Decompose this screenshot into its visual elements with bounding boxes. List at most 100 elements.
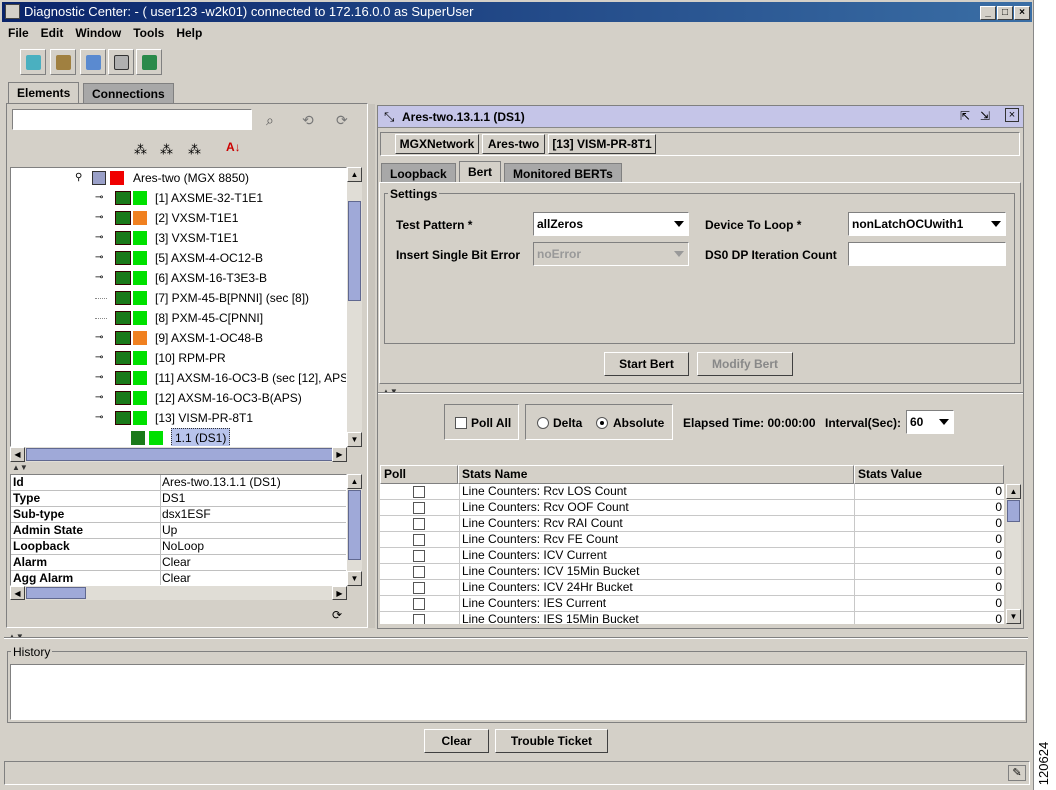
sort-az-icon[interactable]: A↓: [226, 140, 241, 154]
tree-vscrollbar[interactable]: ▲ ▼: [347, 167, 362, 447]
property-row[interactable]: Type DS1: [11, 491, 346, 507]
poll-checkbox[interactable]: [413, 486, 425, 498]
column-poll[interactable]: Poll: [380, 465, 458, 484]
find-next-icon[interactable]: ⟲: [302, 112, 314, 129]
table-row[interactable]: Line Counters: Rcv RAI Count 0: [380, 516, 1004, 532]
modify-bert-button[interactable]: Modify Bert: [697, 352, 793, 376]
property-row[interactable]: Alarm Clear: [11, 555, 346, 571]
history-splitter[interactable]: [4, 637, 1028, 639]
minimize-button[interactable]: _: [980, 6, 996, 20]
expand-icon[interactable]: ⊸: [95, 373, 107, 383]
breadcrumb-mgxnetwork[interactable]: MGXNetwork: [395, 134, 479, 154]
breadcrumb-vism[interactable]: [13] VISM-PR-8T1: [548, 134, 656, 154]
expand-icon[interactable]: ⊸: [95, 333, 107, 343]
expand-tree-icon[interactable]: ⁂: [134, 142, 147, 158]
status-icon: [133, 351, 147, 365]
expand-icon[interactable]: ⊸: [95, 393, 107, 403]
tab-elements[interactable]: Elements: [8, 82, 80, 104]
poll-checkbox[interactable]: [413, 598, 425, 610]
settings-label: Settings: [388, 187, 440, 201]
menu-window[interactable]: Window: [69, 24, 127, 42]
poll-all-checkbox[interactable]: [455, 417, 467, 429]
insert-error-select[interactable]: noError: [533, 242, 689, 266]
test-pattern-select[interactable]: allZeros: [533, 212, 689, 236]
float-icon[interactable]: ⇲: [980, 109, 990, 123]
stats-vscrollbar[interactable]: ▲ ▼: [1006, 484, 1021, 624]
vertical-splitter[interactable]: [368, 104, 375, 628]
close-panel-icon[interactable]: ×: [1005, 108, 1019, 122]
copy-icon[interactable]: [108, 49, 134, 75]
table-row[interactable]: Line Counters: Rcv FE Count 0: [380, 532, 1004, 548]
delta-radio[interactable]: [537, 417, 549, 429]
ds0-iteration-input[interactable]: [848, 242, 1006, 266]
expand-icon[interactable]: ⊸: [95, 353, 107, 363]
diagnostic-icon[interactable]: [80, 49, 106, 75]
poll-checkbox[interactable]: [413, 534, 425, 546]
expand-icon[interactable]: ⊸: [95, 273, 107, 283]
poll-checkbox[interactable]: [413, 518, 425, 530]
tab-bert[interactable]: Bert: [459, 161, 502, 183]
tab-loopback[interactable]: Loopback: [381, 163, 456, 182]
column-stats-name[interactable]: Stats Name: [458, 465, 854, 484]
insert-error-label: Insert Single Bit Error: [396, 248, 521, 262]
table-row[interactable]: Line Counters: Rcv OOF Count 0: [380, 500, 1004, 516]
expand-icon[interactable]: ⊸: [95, 233, 107, 243]
horizontal-splitter[interactable]: [378, 392, 1023, 394]
refresh-icon[interactable]: ⟳: [332, 608, 342, 622]
table-row[interactable]: Line Counters: IES Current 0: [380, 596, 1004, 612]
pencil-icon[interactable]: ✎: [1008, 765, 1026, 781]
table-row[interactable]: Line Counters: ICV 24Hr Bucket 0: [380, 580, 1004, 596]
binoculars-icon[interactable]: ⌕: [266, 112, 274, 129]
property-row[interactable]: Agg Alarm Clear: [11, 571, 346, 585]
menu-edit[interactable]: Edit: [35, 24, 70, 42]
poll-checkbox[interactable]: [413, 550, 425, 562]
tab-connections[interactable]: Connections: [83, 83, 174, 103]
tab-monitored-berts[interactable]: Monitored BERTs: [504, 163, 622, 182]
tree-item-label: [11] AXSM-16-OC3-B (sec [12], APS): [155, 371, 347, 385]
poll-checkbox[interactable]: [413, 566, 425, 578]
interval-select[interactable]: 60: [906, 410, 954, 434]
table-row[interactable]: Line Counters: IES 15Min Bucket 0: [380, 612, 1004, 624]
search-input[interactable]: [12, 109, 252, 130]
poll-checkbox[interactable]: [413, 582, 425, 594]
expand-icon[interactable]: ⊸: [95, 213, 107, 223]
close-button[interactable]: ×: [1014, 6, 1030, 20]
tools-icon[interactable]: [50, 49, 76, 75]
tree-hscrollbar[interactable]: ◀ ▶: [10, 447, 347, 462]
expand-icon[interactable]: ⊸: [95, 253, 107, 263]
device-to-loop-select[interactable]: nonLatchOCUwith1: [848, 212, 1006, 236]
poll-checkbox[interactable]: [413, 614, 425, 624]
expand-icon[interactable]: ⊸: [95, 413, 107, 423]
expand-icon[interactable]: ⊸: [95, 193, 107, 203]
poll-checkbox[interactable]: [413, 502, 425, 514]
properties-vscrollbar[interactable]: ▲ ▼: [347, 474, 362, 586]
table-row[interactable]: Line Counters: ICV 15Min Bucket 0: [380, 564, 1004, 580]
properties-hscrollbar[interactable]: ◀ ▶: [10, 586, 347, 600]
undock-icon[interactable]: ⇱: [960, 109, 970, 123]
maximize-button[interactable]: □: [997, 6, 1013, 20]
trouble-ticket-button[interactable]: Trouble Ticket: [495, 729, 608, 753]
column-stats-value[interactable]: Stats Value: [854, 465, 1004, 484]
start-bert-button[interactable]: Start Bert: [604, 352, 689, 376]
tree-level-icon[interactable]: ⁂: [188, 142, 201, 158]
property-row[interactable]: Id Ares-two.13.1.1 (DS1): [11, 475, 346, 491]
absolute-radio[interactable]: [596, 417, 608, 429]
exit-icon[interactable]: [136, 49, 162, 75]
property-row[interactable]: Admin State Up: [11, 523, 346, 539]
collapse-tree-icon[interactable]: ⁂: [160, 142, 173, 158]
collapse-icon[interactable]: ⚲: [75, 173, 87, 183]
clear-button[interactable]: Clear: [424, 729, 489, 753]
menu-help[interactable]: Help: [170, 24, 208, 42]
property-row[interactable]: Loopback NoLoop: [11, 539, 346, 555]
table-row[interactable]: Line Counters: ICV Current 0: [380, 548, 1004, 564]
menu-tools[interactable]: Tools: [127, 24, 170, 42]
splitter-arrows-icon[interactable]: ▲▼: [12, 463, 28, 472]
property-row[interactable]: Sub-type dsx1ESF: [11, 507, 346, 523]
cube-icon[interactable]: [20, 49, 46, 75]
menu-file[interactable]: File: [2, 24, 35, 42]
find-prev-icon[interactable]: ⟳: [336, 112, 348, 129]
table-row[interactable]: Line Counters: Rcv LOS Count 0: [380, 484, 1004, 500]
breadcrumb-ares-two[interactable]: Ares-two: [482, 134, 545, 154]
property-value: DS1: [162, 491, 186, 505]
history-log[interactable]: [10, 664, 1025, 720]
